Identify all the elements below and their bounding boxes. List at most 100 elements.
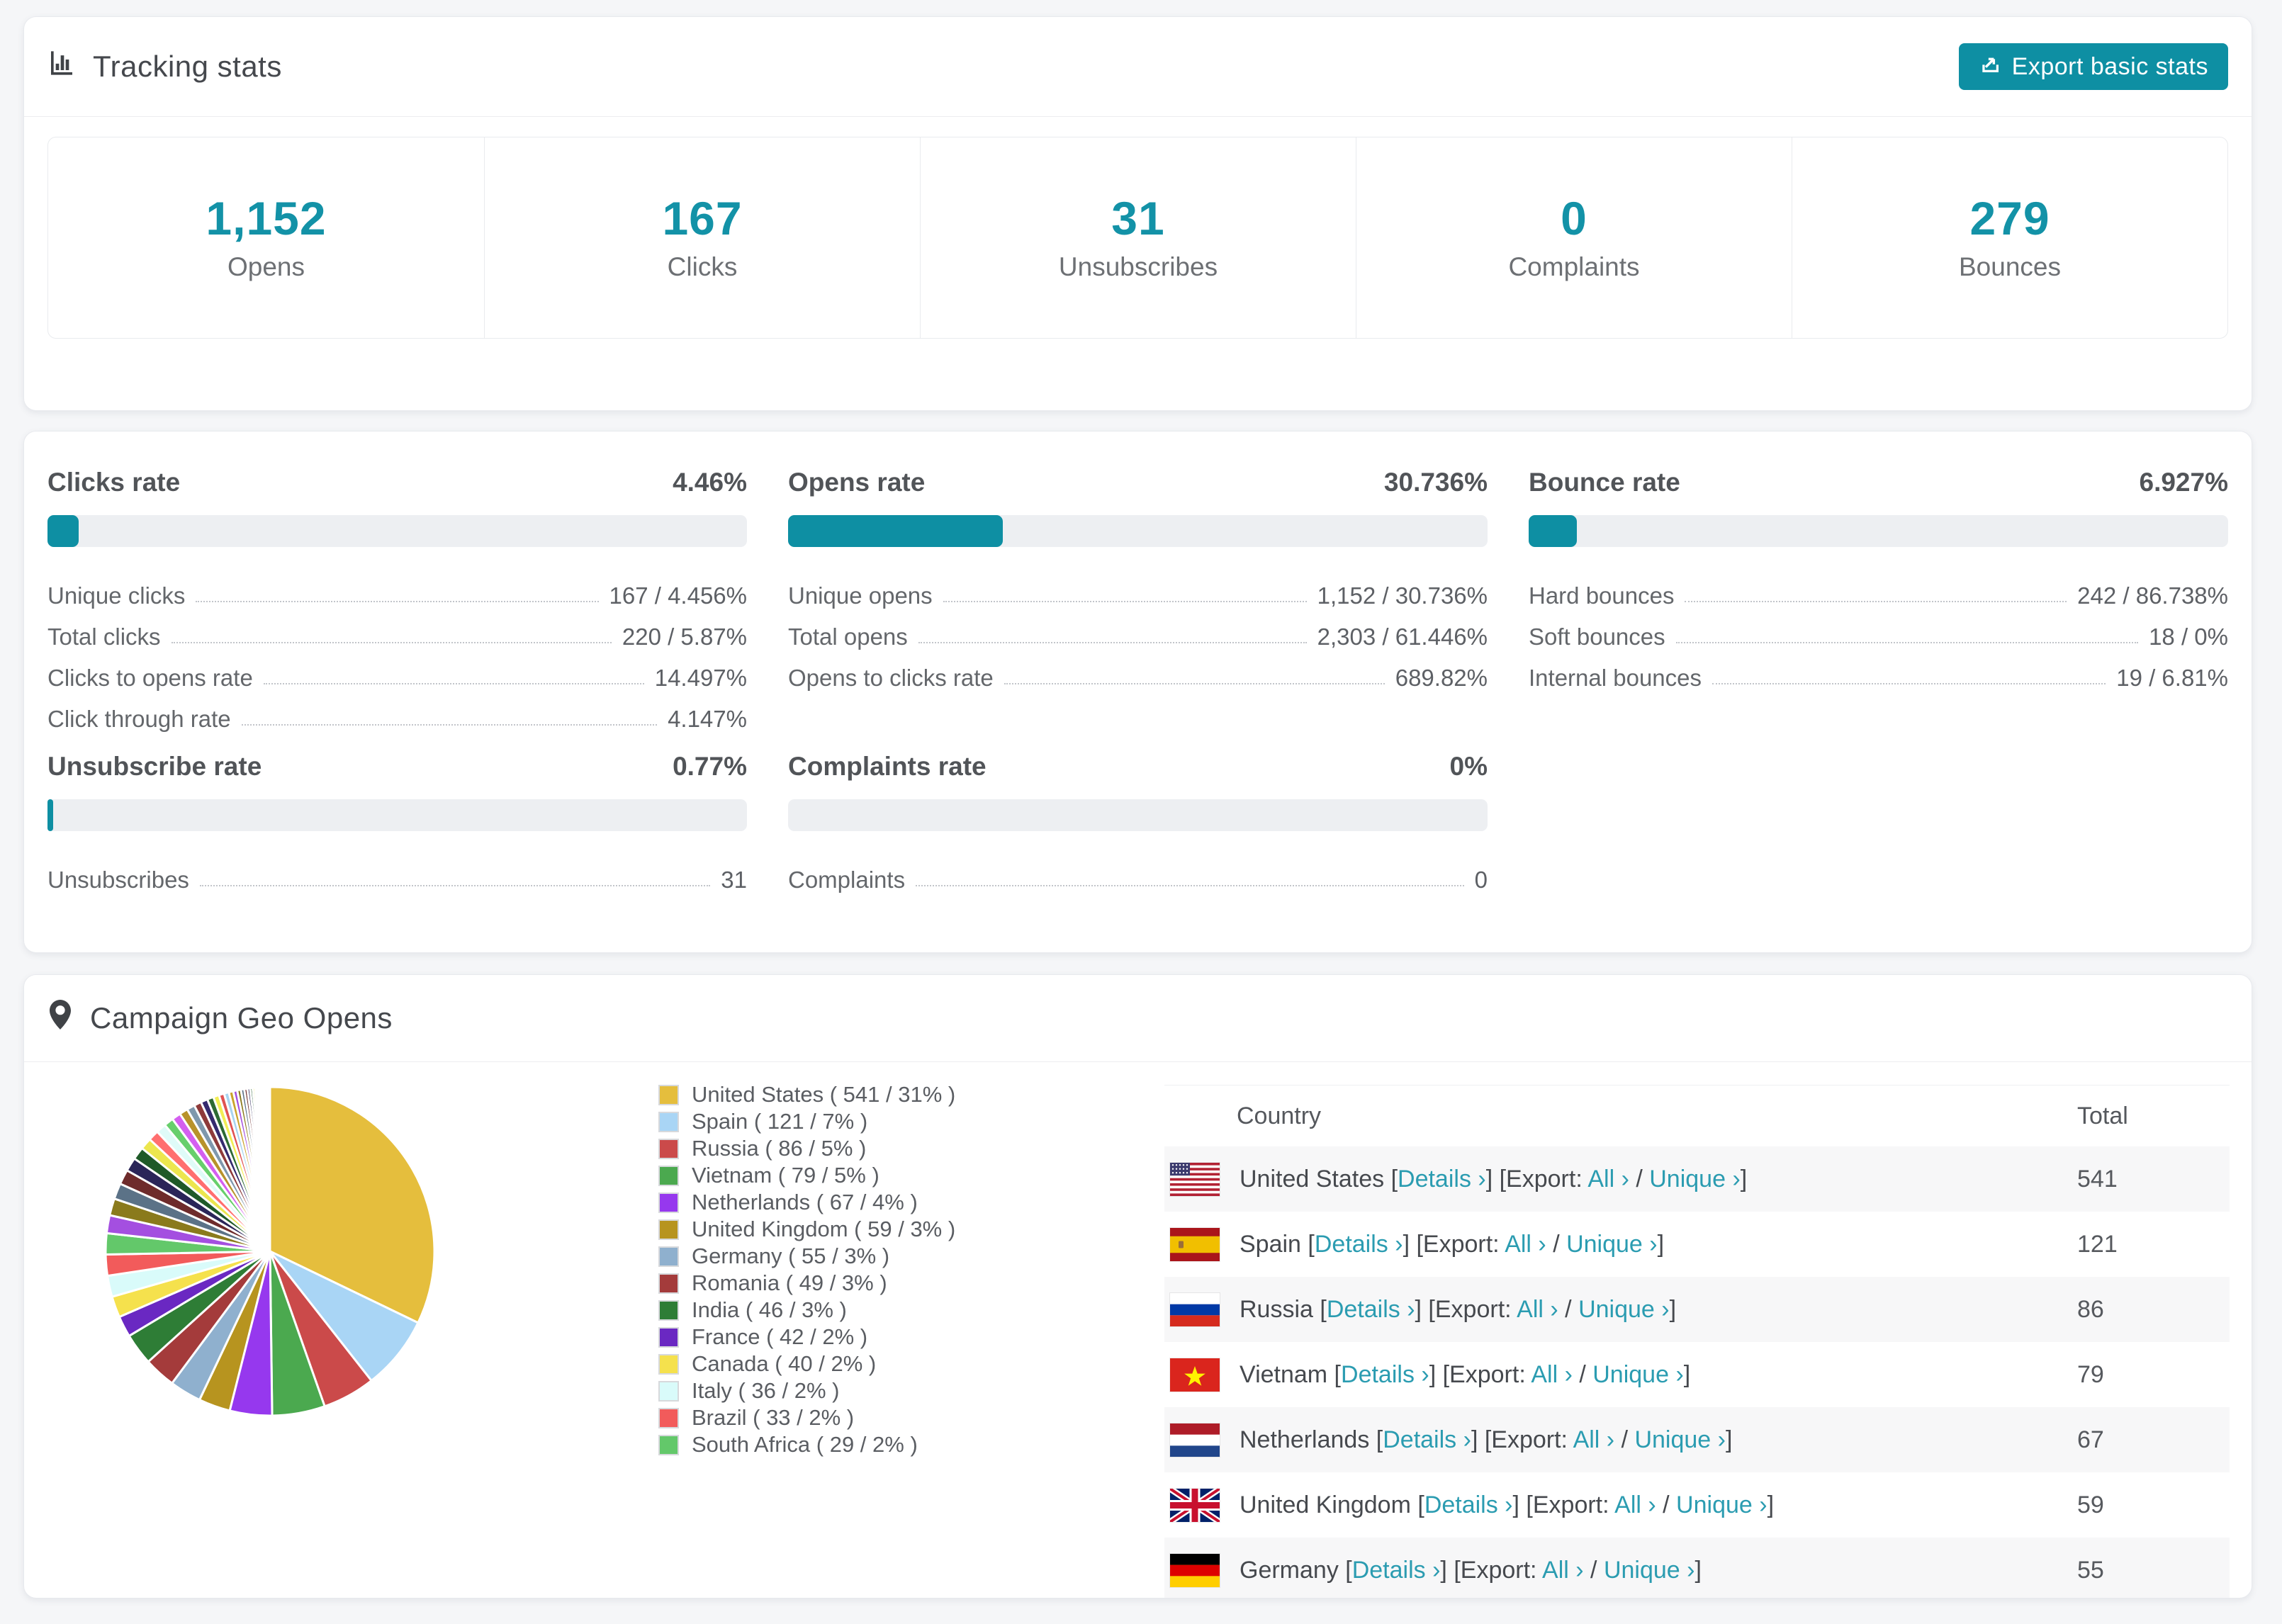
detail-label: Unique opens [788, 582, 933, 609]
detail-label: Opens to clicks rate [788, 665, 994, 691]
export-unique-link[interactable]: Unique › [1566, 1231, 1658, 1258]
legend-item-india[interactable]: India ( 46 / 3% ) [658, 1297, 955, 1324]
rate-block-complaints-rate: Complaints rate 0% Complaints 0 [788, 751, 1488, 893]
legend-item-vietnam[interactable]: Vietnam ( 79 / 5% ) [658, 1162, 955, 1189]
details-link[interactable]: Details › [1352, 1557, 1441, 1584]
closing-bracket: ] [1657, 1230, 1665, 1258]
legend-item-france[interactable]: France ( 42 / 2% ) [658, 1324, 955, 1350]
stat-value: 167 [662, 192, 743, 244]
link-separator: / [1572, 1360, 1593, 1388]
dotted-leader [171, 642, 612, 643]
legend-swatch [658, 1084, 679, 1105]
link-separator: / [1629, 1165, 1650, 1192]
details-link[interactable]: Details › [1424, 1492, 1513, 1518]
legend-item-germany[interactable]: Germany ( 55 / 3% ) [658, 1243, 955, 1270]
export-all-link[interactable]: All › [1531, 1361, 1573, 1388]
detail-value: 167 / 4.456% [609, 582, 748, 609]
country-cell-text: United Kingdom [Details ›] [Export: All … [1240, 1492, 1774, 1519]
detail-label: Internal bounces [1529, 665, 1702, 691]
export-unique-link[interactable]: Unique › [1578, 1296, 1670, 1323]
detail-label: Unsubscribes [47, 867, 189, 893]
legend-item-romania[interactable]: Romania ( 49 / 3% ) [658, 1270, 955, 1297]
detail-value: 0 [1474, 867, 1488, 893]
tracking-stats-card: Tracking stats Export basic stats 1,152 O… [23, 16, 2252, 411]
rate-detail-rows: Unsubscribes 31 [47, 852, 747, 893]
export-prefix: ] [Export: [1512, 1491, 1615, 1518]
rate-detail-rows: Unique clicks 167 / 4.456% Total clicks 220… [47, 568, 747, 733]
export-unique-link[interactable]: Unique › [1592, 1361, 1684, 1388]
map-pin-icon [47, 998, 73, 1038]
link-separator: / [1656, 1491, 1677, 1518]
total-cell: 86 [2077, 1295, 2104, 1323]
legend-item-brazil[interactable]: Brazil ( 33 / 2% ) [658, 1404, 955, 1431]
export-prefix: ] [Export: [1485, 1165, 1588, 1192]
dotted-leader [1675, 642, 2139, 643]
detail-label: Hard bounces [1529, 582, 1675, 609]
tracking-stats-header: Tracking stats Export basic stats [24, 17, 2252, 116]
country-name: United Kingdom [ [1240, 1491, 1424, 1518]
export-unique-link[interactable]: Unique › [1634, 1426, 1726, 1453]
legend-item-spain[interactable]: Spain ( 121 / 7% ) [658, 1108, 955, 1135]
rate-percent: 0.77% [673, 752, 747, 781]
legend-label: Italy ( 36 / 2% ) [692, 1378, 840, 1403]
rate-detail-complaints: Complaints 0 [788, 852, 1488, 893]
country-name: Vietnam [ [1240, 1360, 1342, 1388]
legend-label: Germany ( 55 / 3% ) [692, 1244, 890, 1268]
details-link[interactable]: Details › [1327, 1296, 1415, 1323]
export-unique-link[interactable]: Unique › [1604, 1557, 1695, 1584]
rate-detail-click-through-rate: Click through rate 4.147% [47, 692, 747, 733]
export-button-label: Export basic stats [2011, 52, 2208, 80]
export-all-link[interactable]: All › [1517, 1296, 1558, 1323]
legend-item-italy[interactable]: Italy ( 36 / 2% ) [658, 1377, 955, 1404]
export-all-link[interactable]: All › [1542, 1557, 1584, 1584]
geo-opens-card: Campaign Geo Opens United States ( 541 /… [23, 974, 2252, 1598]
link-separator: / [1583, 1556, 1604, 1584]
details-link[interactable]: Details › [1315, 1231, 1403, 1258]
legend-label: Canada ( 40 / 2% ) [692, 1351, 877, 1376]
export-all-link[interactable]: All › [1587, 1166, 1629, 1192]
rate-percent: 30.736% [1383, 468, 1488, 497]
details-link[interactable]: Details › [1341, 1361, 1429, 1388]
geo-opens-title-text: Campaign Geo Opens [90, 1001, 393, 1034]
details-link[interactable]: Details › [1398, 1166, 1486, 1192]
export-basic-stats-button[interactable]: Export basic stats [1958, 43, 2228, 90]
stat-value: 1,152 [206, 192, 327, 244]
closing-bracket: ] [1740, 1165, 1748, 1192]
legend-swatch [658, 1111, 679, 1132]
detail-value: 689.82% [1395, 665, 1488, 691]
legend-item-netherlands[interactable]: Netherlands ( 67 / 4% ) [658, 1189, 955, 1216]
country-column-header: Country [1237, 1102, 1322, 1129]
detail-value: 4.147% [668, 706, 747, 732]
details-link[interactable]: Details › [1383, 1426, 1471, 1453]
legend-label: United States ( 541 / 31% ) [692, 1082, 956, 1107]
legend-item-russia[interactable]: Russia ( 86 / 5% ) [658, 1135, 955, 1162]
legend-item-united-kingdom[interactable]: United Kingdom ( 59 / 3% ) [658, 1216, 955, 1243]
legend-swatch [658, 1192, 679, 1213]
export-prefix: ] [Export: [1429, 1360, 1531, 1388]
export-all-link[interactable]: All › [1573, 1426, 1615, 1453]
legend-item-canada[interactable]: Canada ( 40 / 2% ) [658, 1350, 955, 1377]
export-all-link[interactable]: All › [1614, 1492, 1656, 1518]
dotted-leader [241, 724, 658, 726]
legend-label: France ( 42 / 2% ) [692, 1324, 868, 1349]
legend-item-south-africa[interactable]: South Africa ( 29 / 2% ) [658, 1431, 955, 1458]
dotted-leader [1004, 683, 1385, 684]
export-unique-link[interactable]: Unique › [1649, 1166, 1741, 1192]
legend-item-united-states[interactable]: United States ( 541 / 31% ) [658, 1081, 955, 1108]
closing-bracket: ] [1694, 1556, 1702, 1584]
export-all-link[interactable]: All › [1505, 1231, 1546, 1258]
legend-label: Netherlands ( 67 / 4% ) [692, 1190, 918, 1214]
link-separator: / [1614, 1426, 1635, 1453]
dotted-leader [943, 601, 1307, 602]
country-cell-text: Germany [Details ›] [Export: All › / Uni… [1240, 1557, 1702, 1584]
closing-bracket: ] [1683, 1360, 1691, 1388]
dotted-leader [1685, 601, 2067, 602]
rate-title: Opens rate [788, 468, 926, 497]
geo-header-divider [24, 1061, 2252, 1062]
total-cell: 121 [2077, 1230, 2118, 1258]
country-cell-text: Russia [Details ›] [Export: All › / Uniq… [1240, 1296, 1676, 1324]
rate-percent: 4.46% [673, 468, 747, 497]
pie-slice-other[interactable] [268, 1086, 271, 1253]
country-name: Germany [ [1240, 1556, 1352, 1584]
export-unique-link[interactable]: Unique › [1676, 1492, 1767, 1518]
